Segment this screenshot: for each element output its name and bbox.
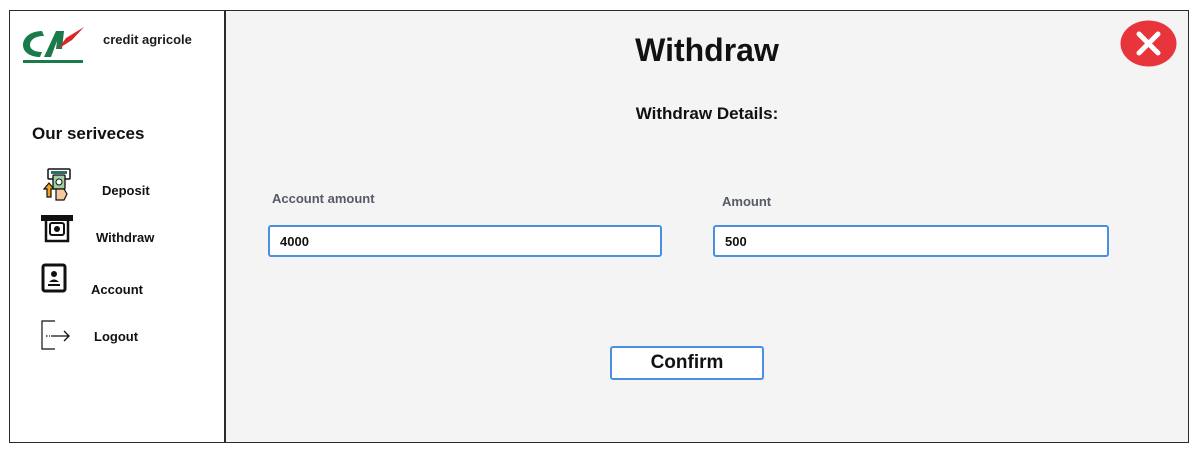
account-amount-field[interactable] [268,225,662,257]
credit-agricole-logo [23,27,84,63]
amount-field[interactable] [713,225,1109,257]
account-icon [41,263,67,293]
amount-label: Amount [722,194,772,209]
sidebar-item-logout-label: Logout [94,329,139,344]
page-title: Withdraw [635,32,779,68]
withdraw-icon [41,215,73,243]
sidebar-item-account[interactable]: Account [10,262,224,302]
section-subtitle: Withdraw Details: [635,104,779,123]
sidebar-item-account-label: Account [91,282,143,297]
main-panel: Withdraw Withdraw Details: Account amoun… [226,11,1188,442]
sidebar-item-deposit[interactable]: Deposit [10,167,224,207]
brand-name: credit agricole [103,32,192,47]
sidebar-item-withdraw-label: Withdraw [96,230,155,245]
sidebar-item-withdraw[interactable]: Withdraw [10,213,224,253]
services-heading: Our seriveces [32,124,145,143]
close-icon[interactable] [1120,20,1177,67]
sidebar: credit agricole Our seriveces Deposit Wi… [10,11,226,442]
confirm-button[interactable]: Confirm [610,346,764,380]
sidebar-item-deposit-label: Deposit [102,183,150,198]
sidebar-item-logout[interactable]: Logout [10,319,224,359]
deposit-icon [42,168,71,201]
account-amount-label: Account amount [272,191,375,206]
app-window: credit agricole Our seriveces Deposit Wi… [9,10,1189,443]
logout-icon [41,320,70,350]
